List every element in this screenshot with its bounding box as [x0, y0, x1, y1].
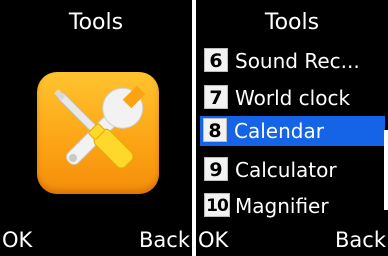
right-screen: Tools 6 Sound Rec... 7 World clock 8 Cal…	[196, 0, 388, 256]
page-title: Tools	[264, 10, 320, 35]
tools-app-icon[interactable]	[37, 72, 159, 194]
menu-item-world-clock[interactable]: 7 World clock	[201, 83, 385, 113]
menu-item-calculator[interactable]: 9 Calculator	[201, 155, 385, 185]
back-softkey[interactable]: Back	[139, 227, 190, 253]
scrollbar[interactable]	[384, 130, 388, 210]
page-title: Tools	[68, 10, 124, 35]
left-screen: Tools OK Back	[0, 0, 192, 256]
menu-item-number: 7	[204, 85, 228, 109]
menu-item-label: Calculator	[235, 158, 337, 182]
menu-item-calendar[interactable]: 8 Calendar	[200, 116, 385, 146]
menu-item-magnifier[interactable]: 10 Magnifier	[201, 191, 385, 221]
menu-item-sound-recorder[interactable]: 6 Sound Rec...	[201, 46, 385, 76]
menu-item-label: Magnifier	[235, 194, 329, 218]
back-softkey[interactable]: Back	[335, 227, 386, 253]
menu-item-label: Calendar	[234, 119, 324, 143]
wrench-screwdriver-icon	[54, 85, 146, 169]
ok-softkey[interactable]: OK	[198, 227, 228, 253]
ok-softkey[interactable]: OK	[2, 227, 32, 253]
menu-item-label: World clock	[235, 86, 351, 110]
menu-item-number: 9	[204, 157, 228, 181]
menu-item-number: 6	[204, 48, 228, 72]
menu-item-label: Sound Rec...	[235, 49, 360, 73]
menu-item-number: 10	[204, 193, 230, 217]
menu-item-number: 8	[203, 118, 227, 142]
